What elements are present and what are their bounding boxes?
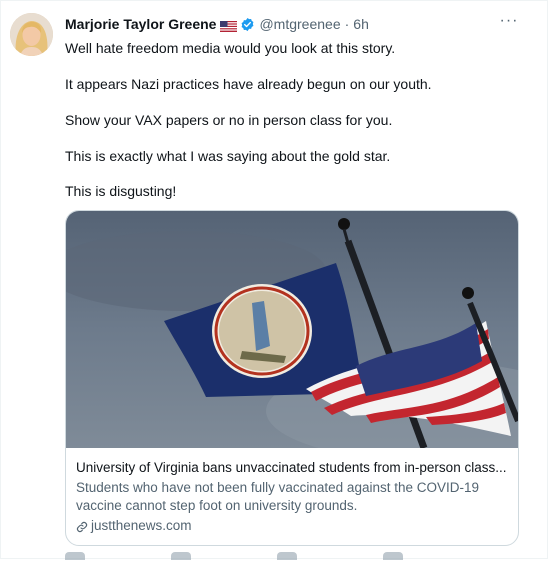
- link-icon: [76, 520, 88, 533]
- tweet-paragraph: It appears Nazi practices have already b…: [65, 76, 432, 92]
- card-title[interactable]: University of Virginia bans unvaccinated…: [76, 459, 512, 477]
- card-description: Students who have not been fully vaccina…: [76, 480, 479, 513]
- verified-badge-icon: [240, 17, 255, 32]
- tweet-paragraph: This is exactly what I was saying about …: [65, 148, 391, 164]
- author-handle[interactable]: @mtgreenee: [259, 16, 340, 32]
- us-flag-icon: [220, 19, 238, 32]
- card-image[interactable]: [66, 211, 518, 461]
- tweet[interactable]: Marjorie Taylor Greene @mtgreenee · 6h ·…: [0, 0, 548, 562]
- card-domain[interactable]: justthenews.com: [76, 517, 512, 535]
- card-body[interactable]: University of Virginia bans unvaccinated…: [76, 459, 512, 535]
- author-name[interactable]: Marjorie Taylor Greene: [65, 16, 216, 32]
- link-preview-card[interactable]: University of Virginia bans unvaccinated…: [65, 210, 519, 546]
- timestamp[interactable]: 6h: [353, 16, 369, 32]
- more-options-icon[interactable]: ···: [499, 13, 519, 33]
- separator-dot: ·: [344, 16, 350, 32]
- action-bar: [65, 552, 505, 562]
- tweet-paragraph: This is disgusting!: [65, 183, 177, 199]
- tweet-paragraph: Well hate freedom media would you look a…: [65, 40, 396, 56]
- tweet-header: Marjorie Taylor Greene @mtgreenee · 6h: [65, 15, 369, 33]
- tweet-paragraph: Show your VAX papers or no in person cla…: [65, 112, 393, 128]
- avatar[interactable]: [10, 13, 53, 56]
- card-domain-label: justthenews.com: [91, 518, 192, 533]
